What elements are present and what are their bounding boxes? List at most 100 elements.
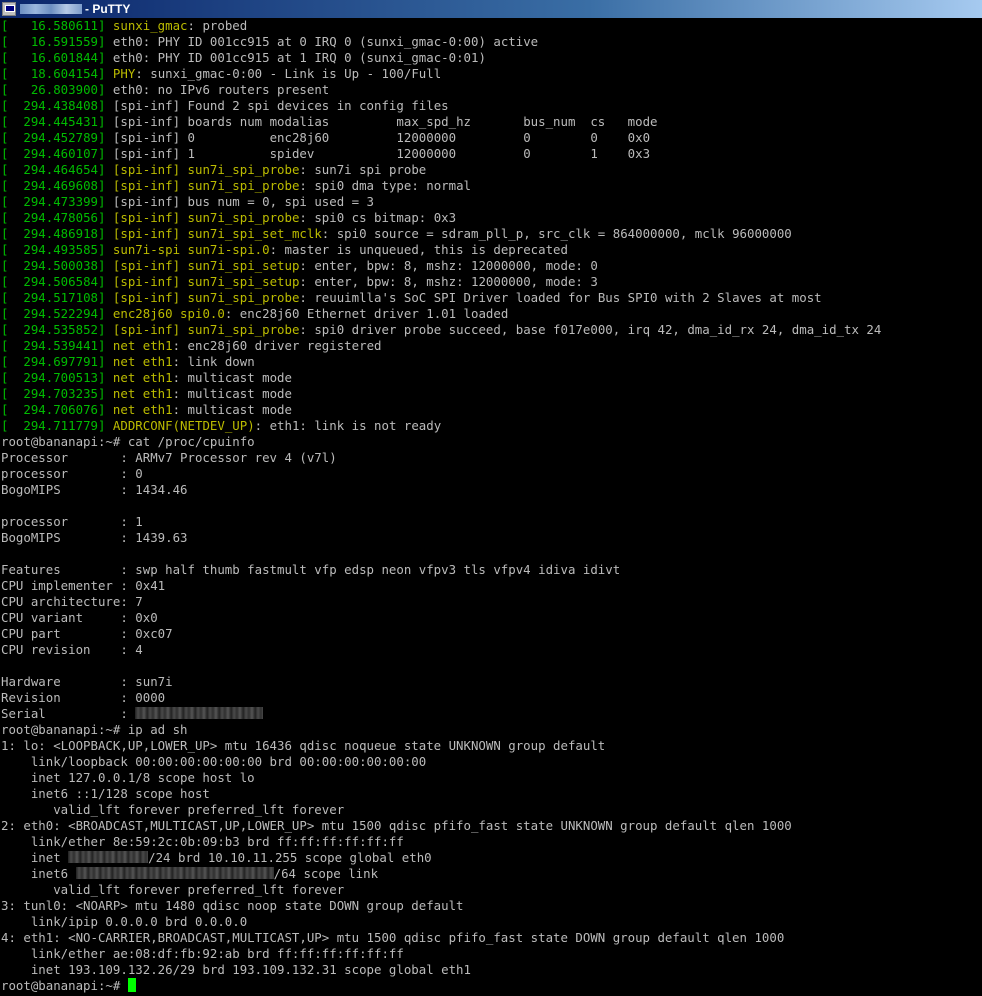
- log-message: eth0: PHY ID 001cc915 at 1 IRQ 0 (sunxi_…: [112, 50, 486, 65]
- kernel-log-line: [ 294.697791] net eth1: link down: [1, 354, 255, 369]
- terminal-screen[interactable]: [ 16.580611] sunxi_gmac: probed[ 16.5915…: [0, 18, 982, 996]
- log-timestamp: 294.469608: [8, 178, 98, 193]
- log-source: [spi-inf] sun7i_spi_set_mclk: [112, 226, 322, 241]
- final-prompt-line[interactable]: root@bananapi:~#: [0, 978, 982, 994]
- log-message: [spi-inf] 0 enc28j60 12000000 0 0 0x0: [112, 130, 651, 145]
- kernel-log-line: [ 294.460107] [spi-inf] 1 spidev 1200000…: [1, 146, 651, 161]
- log-message: : multicast mode: [172, 386, 292, 401]
- log-timestamp: 294.517108: [8, 290, 98, 305]
- ip-output-line: inet 193.109.132.26/29 brd 193.109.132.3…: [1, 962, 471, 977]
- kernel-log-line: [ 294.706076] net eth1: multicast mode: [1, 402, 292, 417]
- cpuinfo-line: processor : 0: [1, 466, 143, 481]
- inet-suffix: /24 brd 10.10.11.255 scope global eth0: [148, 850, 432, 865]
- log-message: [spi-inf] Found 2 spi devices in config …: [112, 98, 449, 113]
- cpuinfo-line: BogoMIPS : 1439.63: [1, 530, 188, 545]
- cpuinfo-line: CPU variant : 0x0: [1, 610, 158, 625]
- kernel-log-line: [ 294.486918] [spi-inf] sun7i_spi_set_mc…: [1, 226, 792, 241]
- cpuinfo-line: [0, 498, 982, 514]
- cpuinfo-line: CPU architecture: 7: [1, 594, 143, 609]
- serial-line: Serial :: [0, 706, 982, 722]
- ip-output-line: valid_lft forever preferred_lft forever: [1, 882, 345, 897]
- log-source: net eth1: [112, 338, 173, 353]
- log-source: net eth1: [112, 370, 173, 385]
- log-source: [spi-inf] sun7i_spi_setup: [112, 258, 300, 273]
- cpuinfo-line: processor : 1: [1, 514, 143, 529]
- log-source: [spi-inf] sun7i_spi_probe: [112, 178, 300, 193]
- log-timestamp: 16.580611: [8, 18, 98, 33]
- log-message: eth0: no IPv6 routers present: [112, 82, 330, 97]
- kernel-log-line: [ 294.522294] enc28j60 spi0.0: enc28j60 …: [1, 306, 509, 321]
- kernel-log-line: [ 294.493585] sun7i-spi sun7i-spi.0: mas…: [1, 242, 568, 257]
- cpuinfo-line: Features : swp half thumb fastmult vfp e…: [1, 562, 621, 577]
- log-source: [spi-inf] sun7i_spi_probe: [112, 290, 300, 305]
- log-timestamp: 294.535852: [8, 322, 98, 337]
- ip-output-line: link/ipip 0.0.0.0 brd 0.0.0.0: [1, 914, 248, 929]
- kernel-log-line: [ 16.591559] eth0: PHY ID 001cc915 at 0 …: [1, 34, 539, 49]
- log-message: : spi0 source = sdram_pll_p, src_clk = 8…: [321, 226, 792, 241]
- log-message: : sun7i spi probe: [299, 162, 427, 177]
- log-timestamp: 294.486918: [8, 226, 98, 241]
- ip-output-line: inet 127.0.0.1/8 scope host lo: [1, 770, 255, 785]
- kernel-log-line: [ 294.473399] [spi-inf] bus num = 0, spi…: [1, 194, 375, 209]
- cpuinfo-line: [0, 658, 982, 674]
- ip-output-line: 2: eth0: <BROADCAST,MULTICAST,UP,LOWER_U…: [1, 818, 792, 833]
- log-timestamp: 294.522294: [8, 306, 98, 321]
- kernel-log-line: [ 294.711779] ADDRCONF(NETDEV_UP): eth1:…: [1, 418, 442, 433]
- log-source: [spi-inf] sun7i_spi_probe: [112, 210, 300, 225]
- log-source: [spi-inf] sun7i_spi_probe: [112, 322, 300, 337]
- serial-label: Serial :: [1, 706, 136, 721]
- inet6-suffix: /64 scope link: [273, 866, 379, 881]
- redacted-hostname: [20, 4, 82, 14]
- kernel-log-line: [ 294.535852] [spi-inf] sun7i_spi_probe:…: [1, 322, 882, 337]
- ip-output-line: 4: eth1: <NO-CARRIER,BROADCAST,MULTICAST…: [1, 930, 785, 945]
- log-message: : reuuimlla's SoC SPI Driver loaded for …: [299, 290, 822, 305]
- redacted-ipv4: [68, 851, 149, 863]
- log-source: net eth1: [112, 386, 173, 401]
- ip-output: 1: lo: <LOOPBACK,UP,LOWER_UP> mtu 16436 …: [0, 738, 982, 850]
- log-timestamp: 294.697791: [8, 354, 98, 369]
- log-source: PHY: [112, 66, 136, 81]
- log-timestamp: 16.601844: [8, 50, 98, 65]
- log-timestamp: 294.438408: [8, 98, 98, 113]
- redacted-ipv6: [75, 867, 274, 879]
- kernel-log-line: [ 294.438408] [spi-inf] Found 2 spi devi…: [1, 98, 449, 113]
- log-timestamp: 294.539441: [8, 338, 98, 353]
- log-timestamp: 18.604154: [8, 66, 98, 81]
- log-message: [spi-inf] 1 spidev 12000000 0 1 0x3: [112, 146, 651, 161]
- kernel-log-line: [ 294.464654] [spi-inf] sun7i_spi_probe:…: [1, 162, 427, 177]
- log-timestamp: 16.591559: [8, 34, 98, 49]
- log-message: : multicast mode: [172, 402, 292, 417]
- kernel-log-line: [ 294.445431] [spi-inf] boards num modal…: [1, 114, 658, 129]
- log-message: : enter, bpw: 8, mshz: 12000000, mode: 3: [299, 274, 598, 289]
- cpuinfo-line: CPU part : 0xc07: [1, 626, 173, 641]
- log-timestamp: 294.473399: [8, 194, 98, 209]
- log-timestamp: 294.703235: [8, 386, 98, 401]
- log-source: [spi-inf] sun7i_spi_setup: [112, 274, 300, 289]
- log-timestamp: 294.452789: [8, 130, 98, 145]
- log-source: net eth1: [112, 354, 173, 369]
- ip-output-line: link/ether ae:08:df:fb:92:ab brd ff:ff:f…: [1, 946, 404, 961]
- putty-icon[interactable]: [2, 2, 16, 16]
- window-titlebar[interactable]: - PuTTY: [0, 0, 982, 18]
- log-message: : enc28j60 driver registered: [172, 338, 382, 353]
- log-timestamp: 294.493585: [8, 242, 98, 257]
- kernel-log-line: [ 294.452789] [spi-inf] 0 enc28j60 12000…: [1, 130, 651, 145]
- log-message: : probed: [187, 18, 248, 33]
- log-timestamp: 294.445431: [8, 114, 98, 129]
- prompt-line: root@bananapi:~# ip ad sh: [1, 722, 188, 737]
- log-message: [spi-inf] boards num modalias max_spd_hz…: [112, 114, 658, 129]
- log-message: : master is unqueued, this is deprecated: [269, 242, 568, 257]
- log-timestamp: 294.460107: [8, 146, 98, 161]
- log-source: enc28j60 spi0.0: [112, 306, 225, 321]
- log-message: : spi0 dma type: normal: [299, 178, 471, 193]
- log-timestamp: 294.711779: [8, 418, 98, 433]
- ip-output-line: link/loopback 00:00:00:00:00:00 brd 00:0…: [1, 754, 427, 769]
- log-timestamp: 26.803900: [8, 82, 98, 97]
- ip-output-line: 1: lo: <LOOPBACK,UP,LOWER_UP> mtu 16436 …: [1, 738, 606, 753]
- kernel-log-line: [ 294.517108] [spi-inf] sun7i_spi_probe:…: [1, 290, 822, 305]
- log-timestamp: 294.506584: [8, 274, 98, 289]
- log-message: eth0: PHY ID 001cc915 at 0 IRQ 0 (sunxi_…: [112, 34, 539, 49]
- inet-prefix: inet: [1, 850, 69, 865]
- log-message: : spi0 cs bitmap: 0x3: [299, 210, 457, 225]
- kernel-log-line: [ 294.478056] [spi-inf] sun7i_spi_probe:…: [1, 210, 457, 225]
